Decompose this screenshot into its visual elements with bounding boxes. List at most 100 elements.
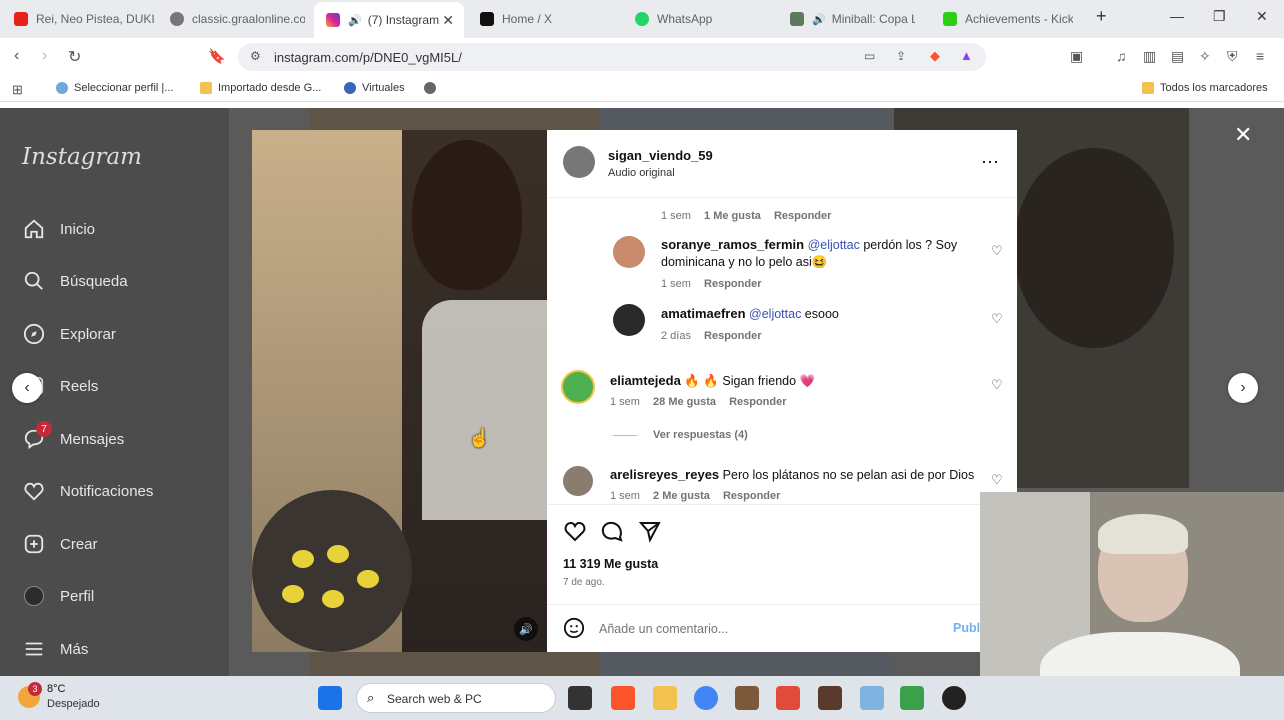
prev-post-arrow-icon[interactable]: ‹ [12, 373, 42, 403]
leo-ai-icon[interactable]: ✧ [1199, 48, 1211, 65]
post-video[interactable]: 🔊 [252, 130, 547, 652]
weather-temp[interactable]: 8°C [47, 683, 65, 695]
comment-mention[interactable]: @eljottac [808, 238, 860, 252]
share-plane-icon[interactable] [638, 519, 662, 548]
menu-icon[interactable]: ≡ [1256, 48, 1264, 64]
vpn-icon[interactable]: ⛨ [1227, 48, 1238, 65]
close-tab-icon[interactable]: ✕ [442, 12, 454, 29]
poster-username[interactable]: sigan_viendo_59 [608, 148, 713, 163]
brave-rewards-icon[interactable]: ▲ [960, 48, 973, 63]
windows-start-icon[interactable] [318, 686, 342, 710]
nav-notificaciones[interactable]: Notificaciones [22, 476, 153, 506]
bookmark-item[interactable] [424, 82, 442, 94]
commenter-username[interactable]: arelisreyes_reyes [610, 467, 719, 482]
tab-search-icon[interactable]: ▣ [1070, 48, 1083, 65]
view-replies-button[interactable]: Ver respuestas (4) [613, 429, 758, 441]
close-window-button[interactable]: ✕ [1256, 8, 1268, 25]
app-icon[interactable] [860, 686, 884, 710]
add-comment-input[interactable] [599, 619, 929, 639]
commenter-username[interactable]: amatimaefren [661, 306, 746, 321]
comment-bubble-icon[interactable] [600, 519, 624, 548]
nav-explorar[interactable]: Explorar [22, 319, 116, 349]
apps-icon[interactable]: ⊞ [12, 82, 23, 98]
new-tab-button[interactable]: + [1096, 6, 1107, 27]
comment-mention[interactable]: @eljottac [749, 307, 801, 321]
post-date[interactable]: 7 de ago. [563, 577, 605, 588]
poster-avatar[interactable] [563, 146, 595, 178]
commenter-avatar[interactable] [563, 466, 593, 496]
nav-mensajes[interactable]: 7 Mensajes [22, 421, 124, 454]
bookmark-item[interactable]: Virtuales [344, 82, 405, 94]
site-info-icon[interactable]: ⚙ [250, 49, 261, 63]
like-comment-heart-icon[interactable]: ♡ [991, 311, 1003, 327]
reply-button[interactable]: Responder [704, 278, 761, 290]
tab-title: (7) Instagram [367, 13, 440, 27]
commenter-avatar[interactable] [561, 370, 595, 404]
reply-button[interactable]: Responder [729, 396, 786, 408]
weather-desc[interactable]: Despejado [47, 698, 100, 710]
all-bookmarks-folder[interactable]: Todos los marcadores [1142, 82, 1268, 94]
audio-label[interactable]: Audio original [608, 167, 675, 179]
address-bar[interactable]: ⚙ instagram.com/p/DNE0_vgMI5L/ ▭ ⇪ ◆ ▲ [238, 43, 986, 71]
like-comment-heart-icon[interactable]: ♡ [991, 243, 1003, 259]
nav-inicio[interactable]: Inicio [22, 214, 95, 244]
likes-count[interactable]: 11 319 Me gusta [563, 557, 658, 571]
comment-likes[interactable]: 1 Me gusta [704, 210, 761, 222]
tab-whatsapp[interactable]: WhatsApp [635, 6, 775, 32]
tab-graal[interactable]: classic.graalonline.com [170, 6, 305, 32]
comment-text: eliamtejeda 🔥 🔥 Sigan friendo 💗 [610, 372, 960, 390]
bluestacks-icon[interactable] [900, 686, 924, 710]
reply-button[interactable]: Responder [774, 210, 831, 222]
wallet-icon[interactable]: ▤ [1171, 48, 1184, 65]
tab-miniball[interactable]: 🔊 Miniball: Copa Lit [790, 6, 915, 32]
forward-button[interactable]: › [42, 47, 47, 65]
minimize-button[interactable]: — [1170, 8, 1184, 24]
bookmark-icon[interactable]: 🔖 [208, 48, 225, 65]
commenter-username[interactable]: soranye_ramos_fermin [661, 237, 804, 252]
taskbar-search-box[interactable]: ⌕ Search web & PC [356, 683, 556, 713]
more-options-icon[interactable]: ⋯ [981, 152, 999, 173]
media-icon[interactable]: ♫ [1116, 48, 1127, 64]
app-icon[interactable] [776, 686, 800, 710]
brave-browser-icon[interactable] [611, 686, 635, 710]
nav-busqueda[interactable]: Búsqueda [22, 266, 128, 296]
install-app-icon[interactable]: ▭ [864, 49, 875, 63]
close-modal-icon[interactable]: ✕ [1234, 122, 1252, 148]
maximize-button[interactable]: ❐ [1213, 8, 1226, 25]
reply-button[interactable]: Responder [704, 330, 761, 342]
brave-shield-icon[interactable]: ◆ [930, 48, 940, 64]
nav-perfil[interactable]: Perfil [22, 581, 94, 611]
reload-button[interactable]: ↻ [68, 47, 81, 67]
like-comment-heart-icon[interactable]: ♡ [991, 377, 1003, 393]
obs-icon[interactable] [942, 686, 966, 710]
comment-meta: 2 días Responder [661, 330, 772, 342]
tab-x[interactable]: Home / X [480, 6, 620, 32]
task-view-icon[interactable] [568, 686, 592, 710]
nav-mas[interactable]: Más [22, 634, 88, 664]
emoji-icon[interactable] [563, 617, 585, 644]
bookmark-item[interactable]: Seleccionar perfil |... [56, 82, 173, 94]
reply-button[interactable]: Responder [723, 490, 780, 502]
instagram-logo[interactable]: Instagram [22, 144, 142, 170]
tab-youtube[interactable]: Rei, Neo Pistea, DUKI [14, 6, 164, 32]
nav-crear[interactable]: Crear [22, 529, 98, 559]
commenter-username[interactable]: eliamtejeda [610, 373, 681, 388]
comment-likes[interactable]: 28 Me gusta [653, 396, 716, 408]
share-icon[interactable]: ⇪ [896, 49, 906, 63]
chrome-icon[interactable] [694, 686, 718, 710]
file-explorer-icon[interactable] [653, 686, 677, 710]
mute-toggle-icon[interactable]: 🔊 [514, 617, 538, 641]
bookmark-folder[interactable]: Importado desde G... [200, 82, 321, 94]
sidebar-icon[interactable]: ▥ [1143, 48, 1156, 65]
minecraft-icon[interactable] [735, 686, 759, 710]
like-heart-icon[interactable] [563, 519, 587, 548]
commenter-avatar[interactable] [613, 236, 645, 268]
next-post-arrow-icon[interactable]: › [1228, 373, 1258, 403]
tab-kick[interactable]: Achievements - Kick [943, 6, 1073, 32]
comment-likes[interactable]: 2 Me gusta [653, 490, 710, 502]
like-comment-heart-icon[interactable]: ♡ [991, 472, 1003, 488]
commenter-avatar[interactable] [613, 304, 645, 336]
tab-instagram[interactable]: 🔊 (7) Instagram ✕ [314, 2, 464, 38]
app-icon[interactable] [818, 686, 842, 710]
back-button[interactable]: ‹ [14, 47, 19, 65]
